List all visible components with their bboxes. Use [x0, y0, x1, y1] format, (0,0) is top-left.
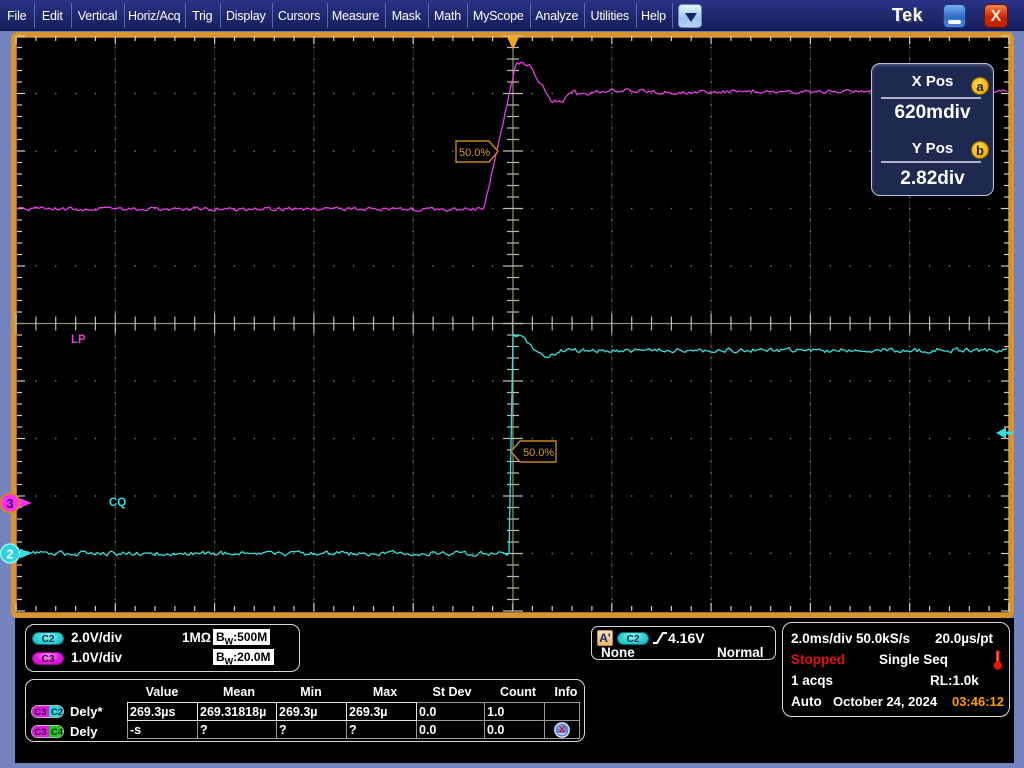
svg-text:3: 3: [6, 496, 13, 511]
svg-text:CQ: CQ: [109, 497, 126, 509]
svg-text:2: 2: [6, 547, 13, 562]
svg-text:LP: LP: [71, 334, 86, 346]
svg-text:X: X: [559, 725, 566, 736]
svg-text:50.0%: 50.0%: [523, 447, 554, 459]
svg-text:50.0%: 50.0%: [459, 147, 490, 159]
